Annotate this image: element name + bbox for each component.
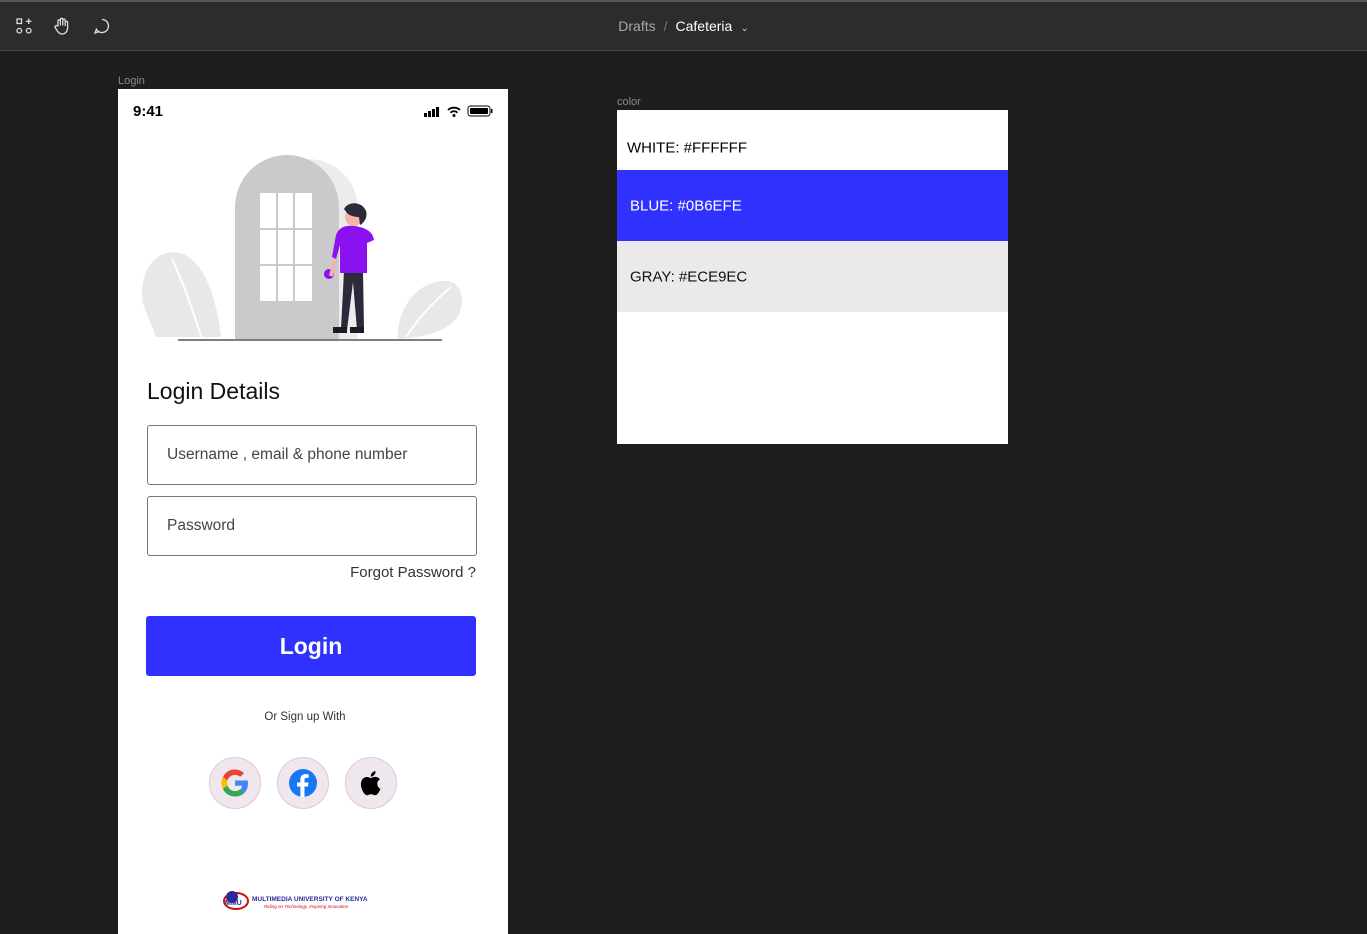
apple-button[interactable]	[345, 757, 397, 809]
gray-swatch: GRAY: #ECE9EC	[617, 241, 1008, 312]
wifi-icon	[447, 106, 461, 114]
breadcrumb-separator: /	[663, 18, 668, 34]
password-input[interactable]	[148, 497, 476, 555]
login-frame-label[interactable]: Login	[118, 75, 145, 87]
svg-text:MMU: MMU	[225, 900, 242, 907]
google-button[interactable]	[209, 757, 261, 809]
breadcrumb: Drafts / Cafeteria ⌄	[0, 18, 1367, 34]
google-icon	[221, 769, 248, 797]
login-frame[interactable]: 9:41 Login Details Username , email & ph…	[118, 89, 508, 934]
gray-swatch-label: GRAY: #ECE9EC	[630, 268, 748, 285]
facebook-icon	[289, 769, 317, 797]
color-frame[interactable]: WHITE: #FFFFFF BLUE: #0B6EFE GRAY: #ECE9…	[617, 110, 1008, 444]
color-frame-label[interactable]: color	[617, 96, 641, 108]
status-bar-icons	[424, 105, 493, 117]
blue-swatch-label: BLUE: #0B6EFE	[630, 197, 742, 214]
battery-icon	[467, 105, 493, 117]
login-button[interactable]: Login	[146, 616, 476, 676]
page-title: Login Details	[147, 378, 280, 404]
username-field[interactable]	[147, 425, 477, 485]
university-logo: MMU MULTIMEDIA UNIVERSITY OF KENYA Ridin…	[222, 887, 392, 917]
white-swatch-label: WHITE: #FFFFFF	[627, 139, 747, 157]
or-sign-up-label: Or Sign up With	[264, 711, 346, 723]
apple-icon	[360, 771, 381, 796]
password-field[interactable]	[147, 496, 477, 556]
university-emblem-icon: MMU	[223, 891, 249, 910]
breadcrumb-file-name[interactable]: Cafeteria	[676, 18, 733, 34]
blue-swatch: BLUE: #0B6EFE	[617, 170, 1008, 241]
university-name: MULTIMEDIA UNIVERSITY OF KENYA	[252, 896, 368, 903]
status-time: 9:41	[133, 103, 164, 120]
door-illustration	[142, 155, 462, 341]
top-toolbar: Drafts / Cafeteria ⌄	[0, 0, 1367, 51]
chevron-down-icon[interactable]: ⌄	[740, 23, 748, 34]
breadcrumb-drafts[interactable]: Drafts	[618, 18, 655, 34]
username-input[interactable]	[148, 426, 476, 484]
white-swatch: WHITE: #FFFFFF	[617, 110, 1008, 170]
university-tagline: Riding on Technology, Inspiring Innovati…	[264, 904, 349, 909]
forgot-password-link[interactable]: Forgot Password ?	[350, 564, 476, 581]
facebook-button[interactable]	[277, 757, 329, 809]
signal-icon	[424, 107, 439, 117]
